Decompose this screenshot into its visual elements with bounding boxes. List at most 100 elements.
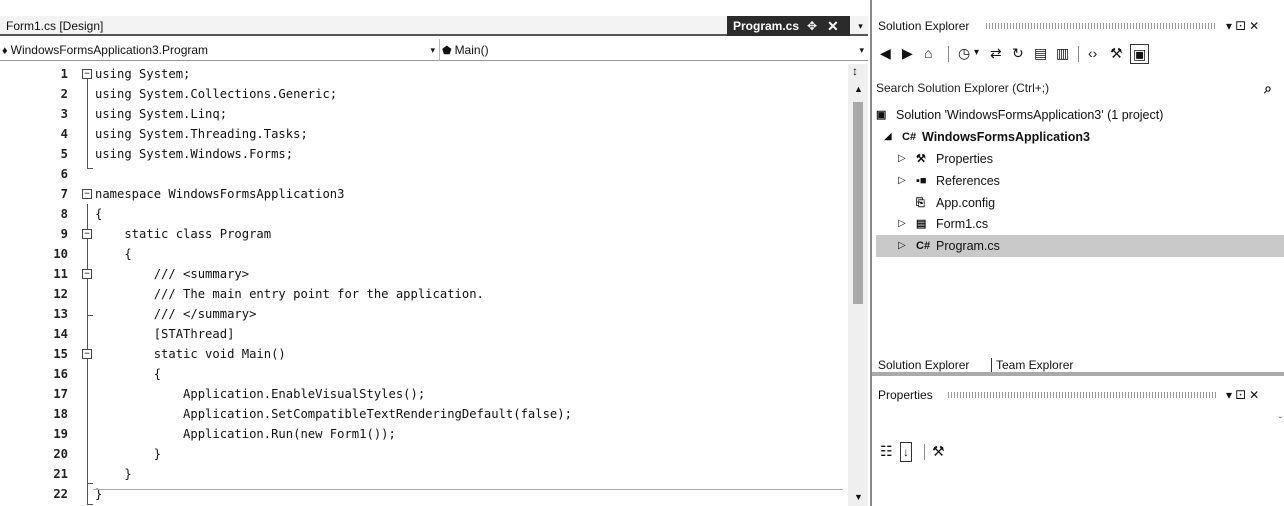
code-line[interactable]: 21 } [0, 464, 848, 485]
tab-team-explorer[interactable]: Team Explorer [996, 354, 1073, 376]
object-selector-dropdown-icon[interactable]: ˇ [1279, 416, 1282, 427]
line-number: 2 [60, 87, 68, 101]
view-code-icon[interactable]: ‹› [1088, 44, 1097, 64]
tab-program-cs[interactable]: Program.cs ✥ ✕ [727, 16, 850, 36]
chevron-down-icon[interactable]: ▾ [430, 39, 435, 61]
chevron-down-icon[interactable]: ▾ [974, 44, 979, 64]
code-line[interactable]: 2 using System.Collections.Generic; [0, 84, 848, 105]
code-text[interactable]: } [95, 444, 161, 465]
collapsed-arrow-icon[interactable]: ▷ [898, 235, 906, 257]
code-text[interactable]: Application.SetCompatibleTextRenderingDe… [95, 404, 572, 425]
type-dropdown[interactable]: ♦ WindowsFormsApplication3.Program ▾ [2, 39, 440, 61]
code-text[interactable]: static class Program [95, 224, 271, 245]
window-controls[interactable]: ▾ ⚀ ✕ [1226, 385, 1259, 405]
tab-solution-explorer[interactable]: Solution Explorer [878, 354, 969, 376]
tab-list-dropdown-icon[interactable]: ▾ [853, 16, 868, 36]
collapse-icon[interactable]: − [82, 349, 92, 359]
collapsed-arrow-icon[interactable]: ▷ [898, 213, 906, 235]
show-all-files-icon[interactable]: ▥ [1056, 44, 1069, 64]
scroll-down-icon[interactable]: ▼ [854, 492, 863, 502]
collapse-icon[interactable]: − [82, 189, 92, 199]
tree-item[interactable]: ▷ ▪■ References [876, 170, 1284, 192]
collapse-icon[interactable]: − [82, 229, 92, 239]
pin-icon[interactable]: ✥ [807, 16, 817, 36]
sync-with-document-icon[interactable]: ⇄ [990, 44, 1002, 64]
csharp-project-icon: C# [902, 131, 917, 143]
categorized-icon[interactable]: ☷ [880, 442, 893, 462]
code-text[interactable]: { [95, 204, 102, 225]
collapse-icon[interactable]: − [82, 69, 92, 79]
code-line[interactable]: 14 [STAThread] [0, 324, 848, 345]
code-text[interactable]: /// </summary> [95, 304, 257, 325]
back-icon[interactable]: ◀ [880, 44, 891, 64]
code-text[interactable]: using System.Linq; [95, 104, 227, 125]
code-text[interactable]: Application.EnableVisualStyles(); [95, 384, 425, 405]
code-line[interactable]: 8{ [0, 204, 848, 225]
code-line[interactable]: 18 Application.SetCompatibleTextRenderin… [0, 404, 848, 425]
scroll-up-icon[interactable]: ▲ [854, 84, 863, 94]
collapse-all-icon[interactable]: ▤ [1034, 44, 1047, 64]
code-line[interactable]: 3 using System.Linq; [0, 104, 848, 125]
scrollbar-thumb[interactable] [853, 102, 863, 304]
code-text[interactable]: } [95, 464, 131, 485]
code-text[interactable]: using System; [95, 64, 190, 85]
code-line[interactable]: 19 Application.Run(new Form1()); [0, 424, 848, 445]
code-text[interactable]: /// <summary> [95, 264, 249, 285]
code-line[interactable]: 10 { [0, 244, 848, 265]
property-pages-icon[interactable]: ⚒ [932, 442, 945, 462]
code-line[interactable]: 7 − namespace WindowsFormsApplication3 [0, 184, 848, 205]
tree-item[interactable]: ◢ C# WindowsFormsApplication3 [876, 126, 1284, 148]
tree-item[interactable]: ▷ ▤ Form1.cs [876, 213, 1284, 235]
solution-explorer-search[interactable]: Search Solution Explorer (Ctrl+;) ⌕ [876, 77, 1284, 99]
code-text[interactable]: { [95, 364, 161, 385]
tree-item[interactable]: ▣ Solution 'WindowsFormsApplication3' (1 … [876, 104, 1284, 126]
code-line[interactable]: 15 − static void Main() [0, 344, 848, 365]
code-text-area[interactable]: 1− using System; 2 using System.Collections… [0, 64, 848, 506]
code-line[interactable]: 1 − using System; [0, 64, 848, 85]
pending-changes-filter-icon[interactable]: ◷ [958, 44, 970, 64]
collapsed-arrow-icon[interactable]: ▷ [898, 170, 906, 192]
code-line[interactable]: 12 /// The main entry point for the appl… [0, 284, 848, 305]
close-icon[interactable]: ✕ [827, 16, 839, 36]
code-text[interactable]: [STAThread] [95, 324, 235, 345]
code-text[interactable]: using System.Windows.Forms; [95, 144, 293, 165]
code-line[interactable]: 16 { [0, 364, 848, 385]
code-text[interactable]: using System.Threading.Tasks; [95, 124, 308, 145]
code-line[interactable]: 20 } [0, 444, 848, 465]
tree-item[interactable]: ⎘ App.config [876, 192, 1284, 214]
refresh-icon[interactable]: ↻ [1012, 44, 1024, 64]
toolbar-separator [1078, 46, 1079, 62]
code-line[interactable]: 6 [0, 164, 848, 185]
member-dropdown[interactable]: ⬟ Main() ▾ [442, 39, 866, 61]
code-text[interactable]: } [95, 484, 102, 505]
code-line[interactable]: 13 /// </summary> [0, 304, 848, 325]
code-text[interactable]: Application.Run(new Form1()); [95, 424, 396, 445]
editor-vertical-scrollbar[interactable]: ↕ ▲ ▼ [848, 64, 868, 506]
collapse-icon[interactable]: − [82, 269, 92, 279]
tree-item[interactable]: ▷ C# Program.cs [876, 235, 1284, 257]
window-controls[interactable]: ▾ ⚀ ✕ [1226, 16, 1259, 36]
code-text[interactable]: using System.Collections.Generic; [95, 84, 337, 105]
code-line[interactable]: 11 − /// <summary> [0, 264, 848, 285]
code-text[interactable]: namespace WindowsFormsApplication3 [95, 184, 344, 205]
code-line[interactable]: 4 using System.Threading.Tasks; [0, 124, 848, 145]
splitter-icon[interactable]: ↕ [852, 64, 858, 78]
code-text[interactable]: /// The main entry point for the applica… [95, 284, 484, 305]
tab-form1-design[interactable]: Form1.cs [Design] [0, 16, 109, 36]
code-text[interactable]: static void Main() [95, 344, 286, 365]
code-line[interactable]: 5 using System.Windows.Forms; [0, 144, 848, 165]
code-text[interactable]: { [95, 244, 131, 265]
properties-icon[interactable]: ⚒ [1110, 44, 1123, 64]
tree-item[interactable]: ▷ ⚒ Properties [876, 148, 1284, 170]
home-icon[interactable]: ⌂ [924, 44, 932, 64]
code-line[interactable]: 17 Application.EnableVisualStyles(); [0, 384, 848, 405]
forward-icon[interactable]: ▶ [902, 44, 913, 64]
alphabetical-icon[interactable]: ↓ [900, 442, 912, 462]
expanded-arrow-icon[interactable]: ◢ [884, 126, 892, 148]
collapsed-arrow-icon[interactable]: ▷ [898, 148, 906, 170]
code-line[interactable]: 9 − static class Program [0, 224, 848, 245]
chevron-down-icon[interactable]: ▾ [859, 39, 864, 61]
search-icon[interactable]: ⌕ [1264, 77, 1272, 99]
preview-selected-items-icon[interactable]: ▣ [1130, 44, 1150, 64]
code-line[interactable]: 22} [0, 484, 848, 505]
